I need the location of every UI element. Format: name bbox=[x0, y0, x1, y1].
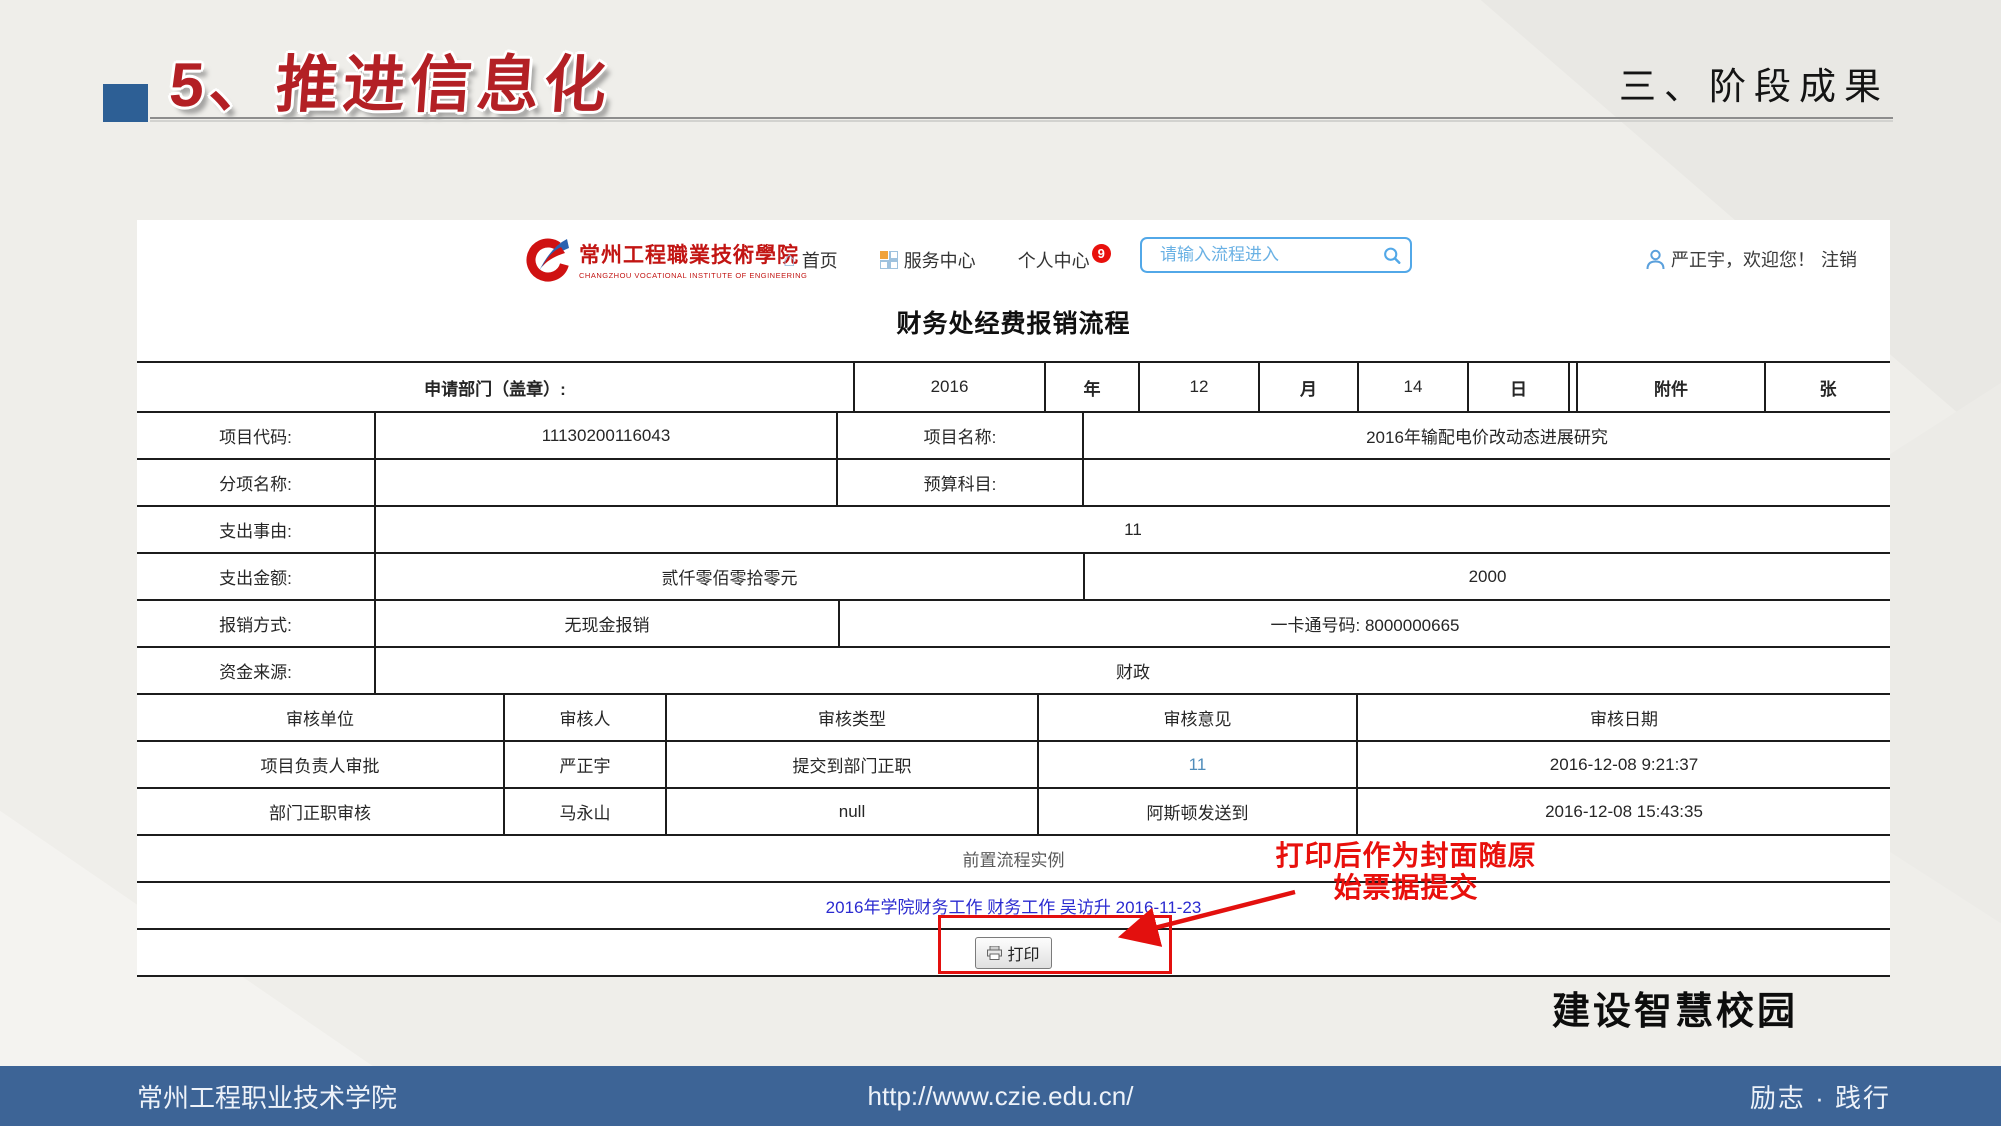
logo-emblem-icon bbox=[525, 235, 571, 283]
project-name-label: 项目名称: bbox=[838, 413, 1084, 458]
apply-month: 12 bbox=[1140, 363, 1260, 411]
amount-chinese: 贰仟零佰零拾零元 bbox=[376, 554, 1085, 599]
reimburse-form: 申请部门（盖章）: 2016 年 12 月 14 日 附件 张 项目代码: 11… bbox=[137, 361, 1890, 977]
audit-header-opinion: 审核意见 bbox=[1039, 695, 1358, 740]
source-value: 财政 bbox=[376, 648, 1890, 693]
audit-person: 严正宇 bbox=[505, 742, 667, 787]
project-code-value: 11130200116043 bbox=[376, 413, 838, 458]
browser-page: 常州工程職業技術學院 CHANGZHOU VOCATIONAL INSTITUT… bbox=[137, 220, 1890, 976]
annotation-line-1: 打印后作为封面随原 bbox=[1270, 840, 1542, 872]
nav-personal-center[interactable]: 个人中心 9 bbox=[1018, 247, 1111, 273]
method-row: 报销方式: 无现金报销 一卡通号码: 8000000665 bbox=[137, 601, 1890, 648]
audit-date: 2016-12-08 15:43:35 bbox=[1358, 789, 1890, 834]
footer-school-name: 常州工程职业技术学院 bbox=[137, 1078, 397, 1115]
subitem-value bbox=[376, 460, 838, 505]
pre-process-label: 前置流程实例 bbox=[137, 836, 1890, 881]
audit-type: 提交到部门正职 bbox=[667, 742, 1039, 787]
attachment-unit: 张 bbox=[1766, 363, 1890, 411]
pre-process-row: 前置流程实例 bbox=[137, 836, 1890, 883]
reason-row: 支出事由: 11 bbox=[137, 507, 1890, 554]
header-divider bbox=[150, 117, 1893, 119]
logo-name-en: CHANGZHOU VOCATIONAL INSTITUTE OF ENGINE… bbox=[579, 271, 807, 280]
title-accent-square bbox=[103, 84, 148, 122]
month-unit: 月 bbox=[1260, 363, 1359, 411]
project-code-label: 项目代码: bbox=[137, 413, 376, 458]
audit-header-date: 审核日期 bbox=[1358, 695, 1890, 740]
apply-day: 14 bbox=[1359, 363, 1469, 411]
user-area: 严正宇，欢迎您！ 注销 bbox=[1646, 246, 1857, 272]
audit-header-row: 审核单位 审核人 审核类型 审核意见 审核日期 bbox=[137, 695, 1890, 742]
budget-label: 预算科目: bbox=[838, 460, 1084, 505]
logo-text: 常州工程職業技術學院 CHANGZHOU VOCATIONAL INSTITUT… bbox=[579, 239, 807, 280]
double-rule-spacer bbox=[1570, 363, 1578, 411]
audit-unit: 部门正职审核 bbox=[137, 789, 505, 834]
nav-personal-label: 个人中心 bbox=[1018, 247, 1090, 273]
apply-date-row: 申请部门（盖章）: 2016 年 12 月 14 日 附件 张 bbox=[137, 363, 1890, 413]
audit-type: null bbox=[667, 789, 1039, 834]
nav-home-label: 首页 bbox=[802, 247, 838, 273]
user-icon bbox=[1646, 249, 1665, 270]
apply-dept-label: 申请部门（盖章）: bbox=[137, 363, 855, 411]
amount-row: 支出金额: 贰仟零佰零拾零元 2000 bbox=[137, 554, 1890, 601]
logo: 常州工程職業技術學院 CHANGZHOU VOCATIONAL INSTITUT… bbox=[525, 235, 807, 283]
method-value: 无现金报销 bbox=[376, 601, 840, 646]
slide-title: 5、推进信息化 bbox=[167, 34, 615, 124]
section-label: 三、阶段成果 bbox=[1619, 56, 1889, 110]
reason-value: 11 bbox=[376, 507, 1890, 552]
welcome-text: 严正宇，欢迎您！ bbox=[1671, 246, 1815, 272]
logo-name-cn: 常州工程職業技術學院 bbox=[579, 239, 807, 269]
nav-home[interactable]: ⌂ 首页 bbox=[783, 247, 838, 273]
footer-motto: 励志 · 践行 bbox=[1750, 1078, 1891, 1115]
method-label: 报销方式: bbox=[137, 601, 376, 646]
day-unit: 日 bbox=[1469, 363, 1570, 411]
search-icon[interactable] bbox=[1383, 245, 1401, 266]
nav-service-label: 服务中心 bbox=[904, 247, 976, 273]
notification-badge: 9 bbox=[1092, 244, 1111, 263]
amount-value: 2000 bbox=[1085, 554, 1890, 599]
audit-header-type: 审核类型 bbox=[667, 695, 1039, 740]
audit-header-person: 审核人 bbox=[505, 695, 667, 740]
source-label: 资金来源: bbox=[137, 648, 376, 693]
audit-opinion: 11 bbox=[1039, 742, 1358, 787]
footer-bar: http://www.czie.edu.cn/ 常州工程职业技术学院 励志 · … bbox=[0, 1066, 2001, 1126]
apply-year: 2016 bbox=[855, 363, 1046, 411]
audit-header-unit: 审核单位 bbox=[137, 695, 505, 740]
project-row: 项目代码: 11130200116043 项目名称: 2016年输配电价改动态进… bbox=[137, 413, 1890, 460]
year-unit: 年 bbox=[1046, 363, 1140, 411]
search-box bbox=[1140, 237, 1412, 273]
attachment-label: 附件 bbox=[1578, 363, 1766, 411]
audit-unit: 项目负责人审批 bbox=[137, 742, 505, 787]
reason-label: 支出事由: bbox=[137, 507, 376, 552]
slide: 5、推进信息化 三、阶段成果 常州工程職業技術學院 CHANGZHOU VOCA… bbox=[0, 0, 2001, 1126]
audit-row: 项目负责人审批 严正宇 提交到部门正职 11 2016-12-08 9:21:3… bbox=[137, 742, 1890, 789]
nav-service-center[interactable]: 服务中心 bbox=[880, 247, 976, 273]
search-input[interactable] bbox=[1158, 244, 1383, 266]
amount-label: 支出金额: bbox=[137, 554, 376, 599]
grid-icon bbox=[880, 251, 898, 269]
form-title: 财务处经费报销流程 bbox=[137, 304, 1890, 340]
audit-opinion: 阿斯顿发送到 bbox=[1039, 789, 1358, 834]
subitem-row: 分项名称: 预算科目: bbox=[137, 460, 1890, 507]
project-name-value: 2016年输配电价改动态进展研究 bbox=[1084, 413, 1890, 458]
slide-caption: 建设智慧校园 bbox=[1552, 980, 1798, 1035]
budget-value bbox=[1084, 460, 1890, 505]
annotation-line-2: 始票据提交 bbox=[1270, 872, 1542, 904]
home-icon: ⌂ bbox=[783, 251, 796, 269]
logout-link[interactable]: 注销 bbox=[1821, 246, 1857, 272]
audit-row: 部门正职审核 马永山 null 阿斯顿发送到 2016-12-08 15:43:… bbox=[137, 789, 1890, 836]
card-number: 一卡通号码: 8000000665 bbox=[840, 601, 1890, 646]
top-nav: ⌂ 首页 服务中心 个人中心 9 bbox=[783, 247, 1111, 273]
source-row: 资金来源: 财政 bbox=[137, 648, 1890, 695]
audit-person: 马永山 bbox=[505, 789, 667, 834]
annotation-text: 打印后作为封面随原 始票据提交 bbox=[1270, 840, 1542, 904]
audit-date: 2016-12-08 9:21:37 bbox=[1358, 742, 1890, 787]
subitem-label: 分项名称: bbox=[137, 460, 376, 505]
